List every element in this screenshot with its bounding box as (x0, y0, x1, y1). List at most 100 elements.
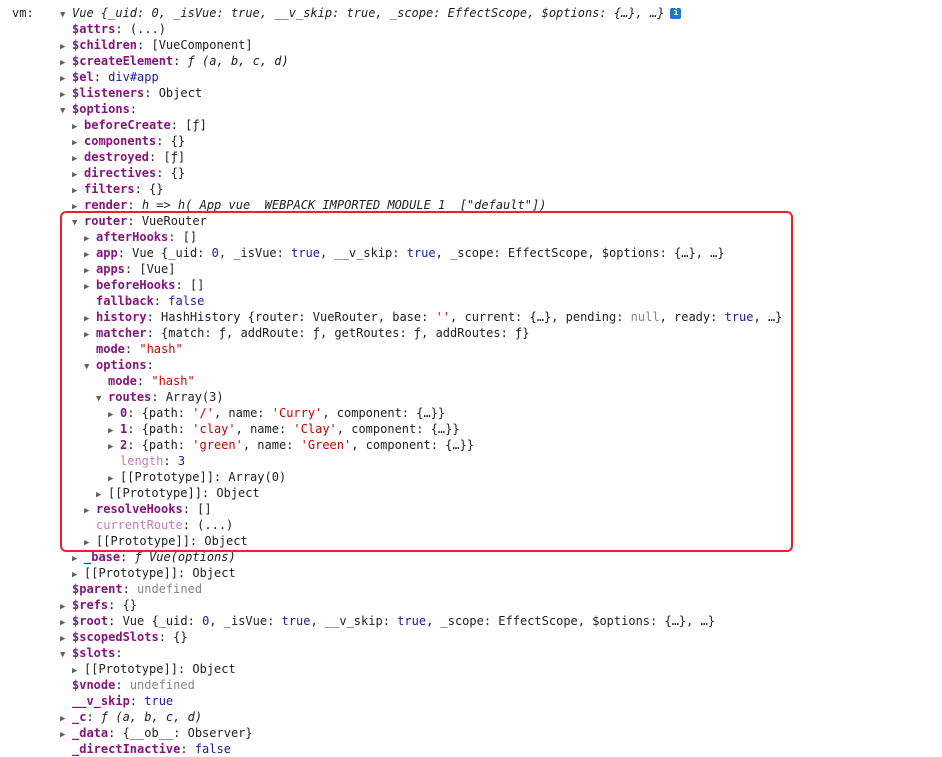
key-separator: : (134, 182, 150, 196)
key-separator: : (115, 22, 130, 36)
property-row[interactable]: ▶ $el: div#app (60, 69, 159, 85)
key-separator: : (149, 150, 164, 164)
property-value: {} (173, 630, 188, 644)
property-row[interactable]: ▶ $createElement: ƒ (a, b, c, d) (60, 53, 289, 69)
property-row[interactable]: ▶ components: {} (72, 133, 185, 149)
key-separator: : (120, 550, 135, 564)
info-icon[interactable]: i (670, 8, 682, 19)
property-key: $refs (72, 598, 109, 612)
property-key: _base (84, 550, 121, 564)
key-separator: : (173, 54, 188, 68)
property-row[interactable]: ▶ [[Prototype]]: Object (72, 565, 236, 581)
property-key: __v_skip (72, 694, 130, 708)
property-key: directives (84, 166, 157, 180)
property-row[interactable]: ▶ destroyed: [ƒ] (72, 149, 185, 165)
property-value: ƒ Vue(options) (134, 550, 236, 564)
property-value: Object (158, 86, 203, 100)
property-value: {} (122, 598, 138, 612)
property-key: render (84, 198, 128, 212)
key-separator: : (122, 582, 138, 596)
property-key: [[Prototype]] (84, 662, 178, 676)
property-value: {__ob__: Observer} (122, 726, 253, 740)
key-separator: : (144, 86, 159, 100)
property-row: __v_skip: true (60, 693, 173, 709)
key-separator: : (156, 134, 171, 148)
property-value: ƒ (a, b, c, d) (100, 710, 203, 724)
property-value: {} (170, 134, 186, 148)
key-separator: : (108, 598, 123, 612)
property-value: true (397, 614, 427, 628)
property-value: Object (192, 662, 236, 676)
property-row: $attrs: (...) (60, 21, 166, 37)
expanded-arrow-icon[interactable]: ▼ (60, 103, 72, 119)
property-value: Vue {_uid: (122, 614, 203, 628)
property-row: _directInactive: false (60, 741, 231, 757)
property-key: destroyed (84, 150, 150, 164)
property-row[interactable]: ▶ [[Prototype]]: Object (72, 661, 236, 677)
highlight-box (60, 211, 793, 552)
key-separator: : (129, 694, 145, 708)
property-row[interactable]: ▶ $listeners: Object (60, 85, 202, 101)
property-value: , _isVue: (209, 614, 282, 628)
property-key: _data (72, 726, 109, 740)
property-row: $vnode: undefined (60, 677, 195, 693)
property-value: h => h(_App_vue__WEBPACK_IMPORTED_MODULE… (141, 198, 547, 212)
key-separator: : (177, 662, 193, 676)
key-separator: : (156, 166, 171, 180)
property-value: {} (149, 182, 164, 196)
root-summary: Vue {_uid: 0, _isVue: true, __v_skip: tr… (72, 6, 665, 20)
property-row[interactable]: ▶ $children: [VueComponent] (60, 37, 253, 53)
property-row[interactable]: ▶ $refs: {} (60, 597, 137, 613)
property-value: true (281, 614, 311, 628)
key-separator: : (158, 630, 174, 644)
property-key: _directInactive (72, 742, 181, 756)
property-row[interactable]: ▶ filters: {} (72, 181, 163, 197)
property-value: [VueComponent] (151, 38, 253, 52)
key-separator: : (137, 38, 152, 52)
property-value: ƒ (a, b, c, d) (187, 54, 289, 68)
property-key: _c (72, 710, 87, 724)
property-key: $parent (72, 582, 123, 596)
property-row: $parent: undefined (60, 581, 202, 597)
property-value: undefined (137, 582, 203, 596)
key-separator: : (129, 102, 138, 116)
key-separator: : (177, 566, 193, 580)
root-row[interactable]: vm: ▼ Vue {_uid: 0, _isVue: true, __v_skip… (12, 5, 682, 21)
property-row[interactable]: ▶ beforeCreate: [ƒ] (72, 117, 207, 133)
property-row[interactable]: ▶ $scopedSlots: {} (60, 629, 188, 645)
key-separator: : (170, 118, 186, 132)
key-separator: : (93, 70, 109, 84)
property-key: $vnode (72, 678, 116, 692)
property-row[interactable]: ▶ directives: {} (72, 165, 185, 181)
property-key: $options (72, 102, 130, 116)
property-value: false (194, 742, 231, 756)
key-separator: : (127, 198, 142, 212)
key-separator: : (115, 678, 130, 692)
property-key: $el (72, 70, 94, 84)
property-value: Object (192, 566, 236, 580)
property-key: $listeners (72, 86, 145, 100)
property-row[interactable]: ▶ $root: Vue {_uid: 0, _isVue: true, __v_… (60, 613, 715, 629)
property-value: (...) (129, 22, 166, 36)
property-key: $attrs (72, 22, 116, 36)
property-value: , __v_skip: (310, 614, 398, 628)
key-separator: : (108, 614, 123, 628)
property-value: [ƒ] (185, 118, 207, 132)
property-key: beforeCreate (84, 118, 171, 132)
key-separator: : (86, 710, 101, 724)
property-value: [ƒ] (163, 150, 186, 164)
property-key: [[Prototype]] (84, 566, 178, 580)
expanded-arrow-icon[interactable]: ▼ (60, 647, 72, 663)
property-row[interactable]: ▼ $slots: (60, 645, 123, 661)
property-value: undefined (129, 678, 195, 692)
key-separator: : (180, 742, 195, 756)
property-value: , _scope: EffectScope, $options: {…}, …} (426, 614, 716, 628)
property-key: components (84, 134, 157, 148)
property-key: $root (72, 614, 109, 628)
property-key: $slots (72, 646, 116, 660)
property-value: div#app (108, 70, 159, 84)
property-row[interactable]: ▶ _c: ƒ (a, b, c, d) (60, 709, 202, 725)
property-value: true (144, 694, 174, 708)
property-row[interactable]: ▶ _data: {__ob__: Observer} (60, 725, 253, 741)
property-row[interactable]: ▼ $options: (60, 101, 137, 117)
